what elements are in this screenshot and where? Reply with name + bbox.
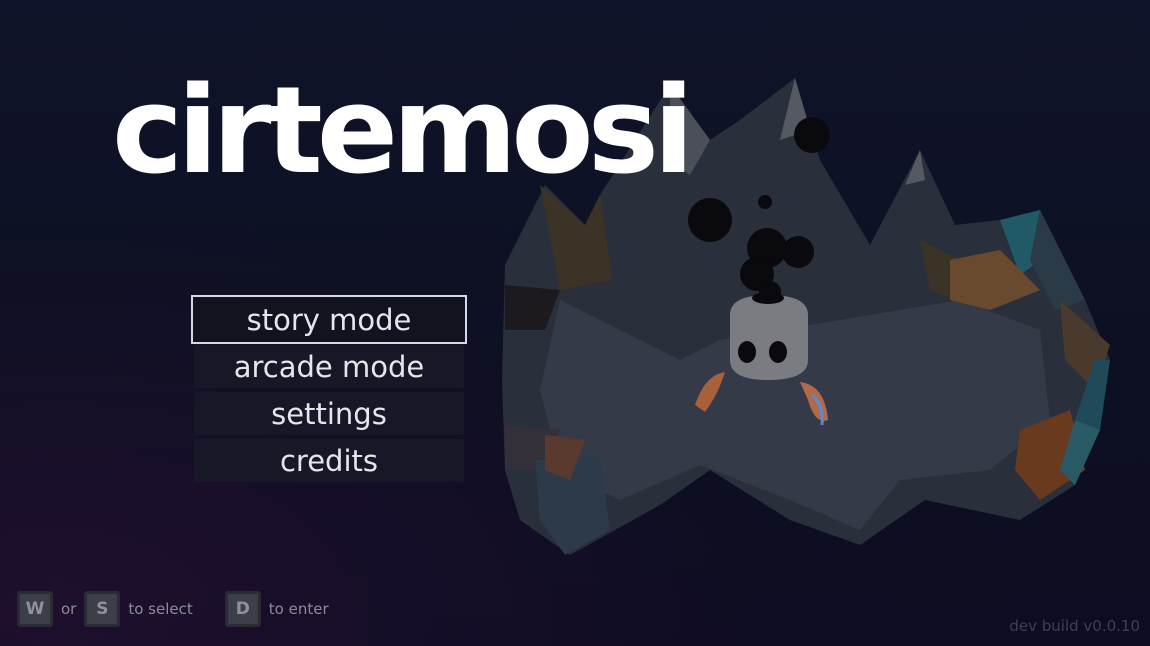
key-w-icon: W: [17, 591, 53, 627]
main-menu: story mode arcade mode settings credits: [191, 295, 467, 486]
game-title: cirtemosi: [112, 62, 694, 201]
select-hint-label: to select: [128, 600, 193, 618]
key-s-icon: S: [84, 591, 121, 627]
story-mode-button[interactable]: story mode: [191, 295, 467, 344]
enter-hint-label: to enter: [268, 600, 329, 618]
credits-button[interactable]: credits: [194, 439, 464, 482]
settings-button[interactable]: settings: [194, 392, 464, 435]
arcade-mode-button[interactable]: arcade mode: [194, 345, 464, 388]
key-d-icon: D: [224, 591, 261, 627]
control-hints: W or S to select D to enter: [17, 591, 337, 627]
build-version: dev build v0.0.10: [1009, 617, 1140, 635]
or-label: or: [61, 600, 77, 618]
